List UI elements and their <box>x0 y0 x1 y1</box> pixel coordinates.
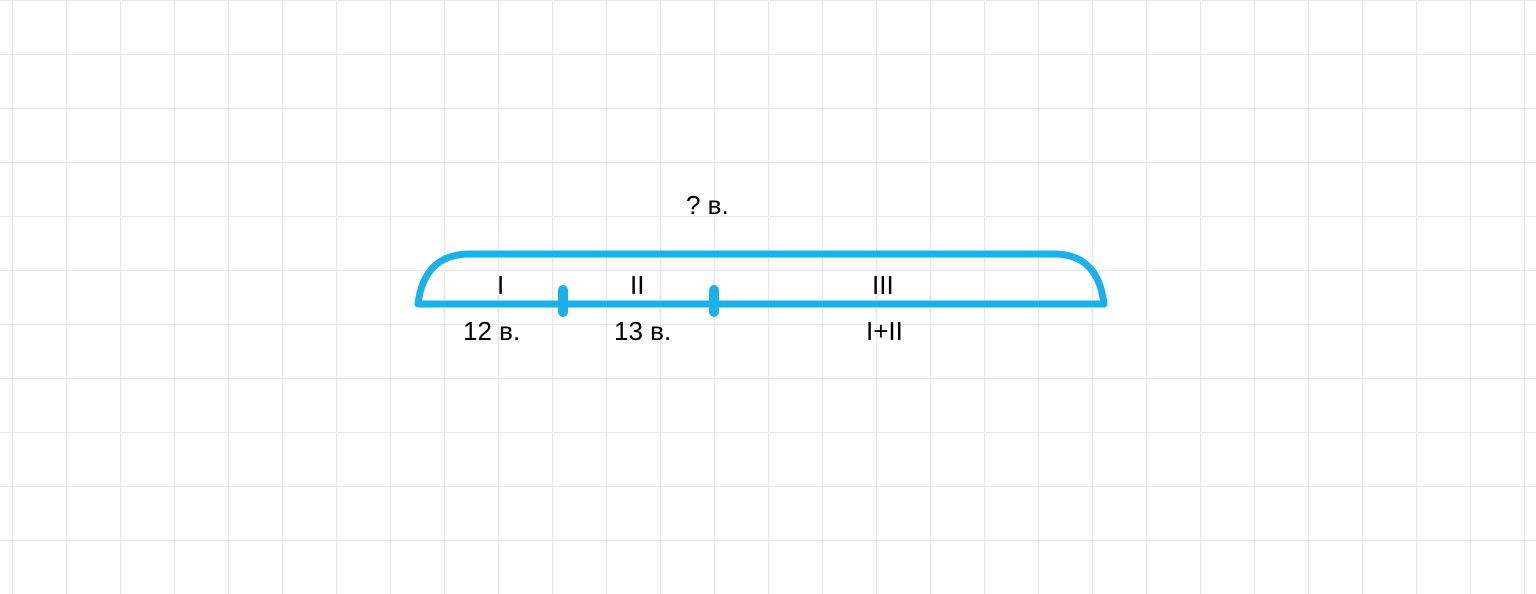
segment-3-roman: III <box>872 270 894 301</box>
bar-diagram <box>0 0 1536 594</box>
segment-1-roman: I <box>497 270 504 301</box>
segment-3-value: I+II <box>866 316 903 347</box>
segment-1-value: 12 в. <box>463 316 520 347</box>
segment-2-value: 13 в. <box>614 316 671 347</box>
brace-top <box>418 254 1104 304</box>
question-label: ? в. <box>686 190 729 221</box>
segment-2-roman: II <box>630 270 644 301</box>
